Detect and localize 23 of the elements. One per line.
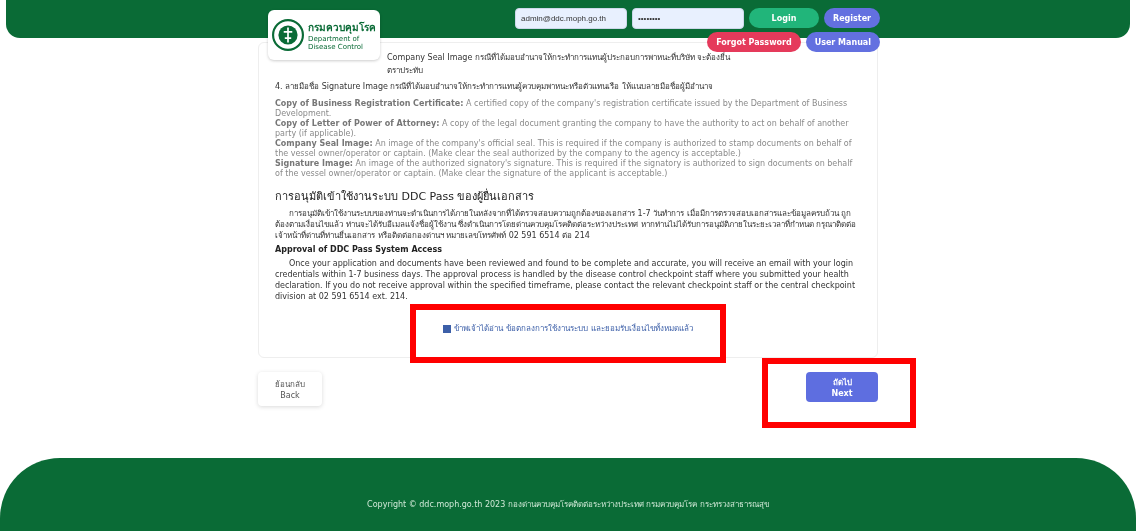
login-button[interactable]: Login [749,8,819,28]
definition-text: Copy of Letter of Power of Attorney: A copy of the legal document granting the company to have the authority to act on behalf of another party (if applicable). [275,119,850,139]
approval-text: Once your application and documents have been reviewed and found to be complete and accurate, you will receive an email with your login credentials within 1-7 business days. The approval process is handled by the disease control checkpoint staff where you submitted your health declaration. If you do not receive approval within the specified timeframe, please contact the relevant checkpoint staff or the central checkpoint division at 02 591 6514 ext. 214. [275,258,857,302]
definition-text: Copy of Business Registration Certificate: A certified copy of the company's registration certificate issued by the Department of Business Development. [275,99,849,119]
agreement-label[interactable]: ข้าพเจ้าได้อ่าน ข้อตกลงการใช้งานระบบ และยอมรับเงื่อนไขทั้งหมดแล้ว [454,322,693,335]
email-field[interactable]: admin@ddc.moph.go.th [515,8,627,29]
section-heading: การอนุมัติเข้าใช้งานระบบ DDC Pass ของผู้ยื่นเอกสาร [275,187,536,205]
copyright-text: Copyright © ddc.moph.go.th 2023 กองด่านควบคุมโรคติดต่อระหว่างประเทศ กรมควบคุมโรค กระทรวงสาธารณสุข [367,499,769,511]
user-manual-button[interactable]: User Manual [805,32,880,52]
section-subheading: Approval of DDC Pass System Access [275,245,443,254]
document-note: 4. ลายมือชื่อ Signature Image กรณีที่ได้มอบอำนาจให้กระทำการแทนผู้ควบคุมพาหนะหรือตัวแทนเรือ ให้แนบลายมือชื่อผู้มีอำนาจ [275,80,714,93]
forgot-password-button[interactable]: Forgot Password [707,32,801,52]
approval-text: การอนุมัติเข้าใช้งานระบบของท่านจะดำเนินการได้ภายในหลังจากที่ได้ตรวจสอบความถูกต้องของเอกสาร 1-7 วันทำการ เมื่อมีการตรวจสอบเอกสารและข้อมูลครบถ้วน ถูกต้องตามเงื่อนไขแล้ว ท่านจะได้รับอีเมลแจ้งชื่อผู้ใช้งาน ซึ่งดำเนินการโดยด่านควบคุมโรคติดต่อระหว่างประเทศ หากท่านไม่ได้รับการอนุมัติภายในระยะเวลาที่กำหนด กรุณาติดต่อเจ้าหน้าที่ด่านที่ท่านยื่นเอกสาร หรือติดต่อกองด่านฯ หมายเลขโทรศัพท์ 02 591 6514 ต่อ 214 [275,208,858,241]
password-field[interactable]: •••••••• [632,8,744,29]
next-button[interactable]: ถัดไป Next [806,372,878,402]
definition-text: Company Seal Image: An image of the company's official seal. This is required if the company is authorized to stamp documents on behalf of the vessel owner/operator or captain. (Make clear the seal authorized by the company to the agency is acceptable.) [275,139,853,159]
logo-title: กรมควบคุมโรค [308,20,376,35]
emblem-icon [272,19,304,51]
document-note: Company Seal Image กรณีที่ได้มอบอำนาจให้กระทำการแทนผู้ประกอบการพาหนะที่บริษัท จะต้องยื่นตราประทับ [386,51,732,77]
agreement-checkbox[interactable] [443,324,452,333]
register-button[interactable]: Register [824,8,880,28]
back-button[interactable]: ย้อนกลับ Back [258,372,322,406]
definition-text: Signature Image: An image of the authorized signatory's signature. This is required if the signatory is authorized to sign documents on behalf of the vessel owner/operator or captain. (Make clear the signature of the applicant is acceptable.) [275,159,854,179]
